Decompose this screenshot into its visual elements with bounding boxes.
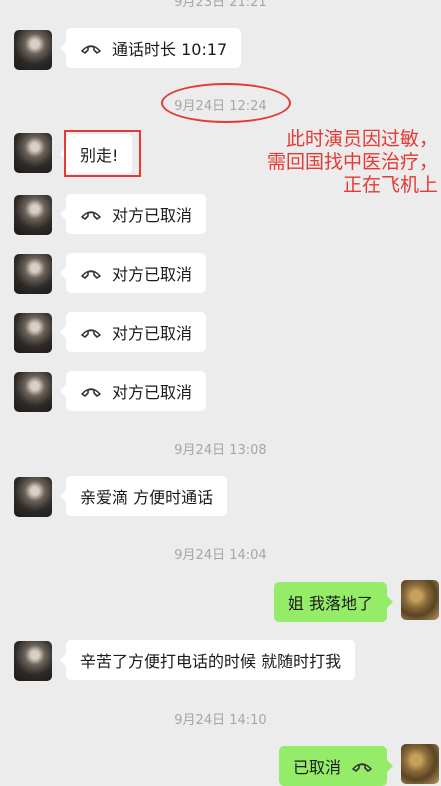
- cancelled-call-bubble[interactable]: 对方已取消: [59, 312, 207, 352]
- my-cancelled-call-bubble[interactable]: 已取消: [278, 746, 394, 786]
- annotation-note: 此时演员因过敏， 需回国找中医治疗， 正在飞机上: [238, 128, 438, 197]
- timestamp-1404: 9月24日 14:04: [174, 548, 267, 563]
- contact-avatar[interactable]: [14, 195, 52, 235]
- cancelled-call-bubble[interactable]: 对方已取消: [59, 371, 207, 411]
- call-duration-bubble[interactable]: 通话时长 10:17: [59, 28, 242, 68]
- annotation-line-2: 需回国找中医治疗，: [266, 151, 438, 173]
- cancelled-call-bubble[interactable]: 对方已取消: [59, 194, 207, 234]
- annotation-line-1: 此时演员因过敏，: [285, 128, 438, 150]
- contact-avatar[interactable]: [14, 372, 52, 412]
- contact-avatar[interactable]: [14, 30, 52, 70]
- phone-handset-icon: [80, 385, 102, 397]
- message-text: 辛苦了方便打电话的时候 就随时打我: [80, 652, 342, 671]
- message-text: 已取消: [292, 758, 341, 777]
- timestamp-top: 9月23日 21:21: [174, 0, 267, 10]
- annotation-ring: [161, 83, 291, 123]
- contact-avatar[interactable]: [14, 254, 52, 294]
- message-bubble[interactable]: 亲爱滴 方便时通话: [59, 476, 228, 516]
- my-avatar[interactable]: [401, 744, 439, 784]
- cancelled-text: 对方已取消: [112, 324, 193, 343]
- annotation-box: [64, 130, 141, 177]
- cancelled-text: 对方已取消: [112, 206, 193, 225]
- phone-handset-icon: [80, 267, 102, 279]
- call-duration-text: 通话时长 10:17: [112, 40, 228, 59]
- my-message-bubble[interactable]: 姐 我落地了: [273, 582, 394, 622]
- cancelled-text: 对方已取消: [112, 383, 193, 402]
- message-bubble[interactable]: 辛苦了方便打电话的时候 就随时打我: [59, 640, 356, 680]
- cancelled-call-bubble[interactable]: 对方已取消: [59, 253, 207, 293]
- phone-handset-icon: [351, 760, 373, 772]
- timestamp-1308: 9月24日 13:08: [174, 443, 267, 458]
- contact-avatar[interactable]: [14, 133, 52, 173]
- timestamp-1410: 9月24日 14:10: [174, 713, 267, 728]
- cancelled-text: 对方已取消: [112, 265, 193, 284]
- message-text: 亲爱滴 方便时通话: [80, 488, 214, 507]
- phone-handset-icon: [80, 326, 102, 338]
- message-text: 姐 我落地了: [287, 594, 373, 613]
- annotation-line-3: 正在飞机上: [342, 174, 438, 196]
- my-avatar[interactable]: [401, 580, 439, 620]
- phone-handset-icon: [80, 208, 102, 220]
- contact-avatar[interactable]: [14, 477, 52, 517]
- contact-avatar[interactable]: [14, 641, 52, 681]
- phone-handset-icon: [80, 42, 102, 54]
- contact-avatar[interactable]: [14, 313, 52, 353]
